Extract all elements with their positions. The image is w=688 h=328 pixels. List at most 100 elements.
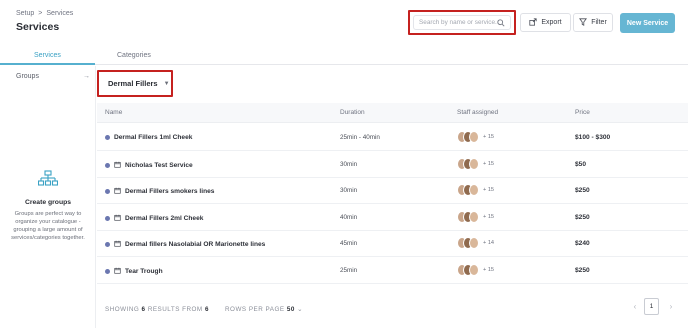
category-dropdown[interactable]: Dermal Fillers ▼ xyxy=(97,70,173,97)
avatar xyxy=(469,157,479,170)
hierarchy-icon xyxy=(37,170,59,192)
status-dot-icon xyxy=(105,242,110,247)
new-service-button[interactable]: New Service xyxy=(620,13,675,33)
avatar xyxy=(469,184,479,196)
tab-categories[interactable]: Categories xyxy=(117,52,151,59)
export-label: Export xyxy=(541,19,562,26)
status-dot-icon xyxy=(105,162,110,168)
column-price[interactable]: Price xyxy=(575,109,590,116)
service-name-cell: Dermal Fillers smokers lines xyxy=(105,187,214,196)
staff-more-count: + 15 xyxy=(483,213,495,220)
search-input[interactable] xyxy=(419,19,497,26)
service-price: $250 xyxy=(575,187,590,194)
groups-label: Groups xyxy=(16,73,39,80)
staff-avatars xyxy=(457,237,479,249)
pagination-page[interactable]: 1 xyxy=(644,298,659,315)
showing-prefix: SHOWING xyxy=(105,306,140,313)
table-row[interactable]: Dermal fillers Nasolabial OR Marionette … xyxy=(97,231,688,257)
status-dot-icon xyxy=(105,189,110,194)
export-icon xyxy=(529,17,537,28)
service-name[interactable]: Tear Trough xyxy=(125,268,163,275)
create-groups-title: Create groups xyxy=(24,199,72,206)
category-selected: Dermal Fillers xyxy=(108,79,158,88)
service-price: $250 xyxy=(575,213,590,221)
service-name[interactable]: Dermal Fillers 1ml Cheek xyxy=(114,134,192,141)
service-duration: 45min xyxy=(340,240,358,247)
service-name[interactable]: Dermal fillers Nasolabial OR Marionette … xyxy=(125,241,265,248)
tab-services[interactable]: Services xyxy=(34,52,61,59)
results-summary: SHOWING 6 RESULTS FROM 6 xyxy=(105,306,209,313)
staff-more-count: + 15 xyxy=(483,134,495,140)
rows-per-page-select[interactable]: ROWS PER PAGE 50 ⌄ xyxy=(225,306,303,313)
status-dot-icon xyxy=(105,135,110,140)
showing-total: 6 xyxy=(204,306,209,313)
breadcrumb-services: Services xyxy=(46,10,74,17)
staff-assigned-cell: + 15 xyxy=(457,210,495,223)
service-duration: 30min xyxy=(340,160,358,168)
service-name-cell: Dermal Fillers 1ml Cheek xyxy=(105,134,192,141)
export-button[interactable]: Export xyxy=(520,13,571,32)
service-name-cell: Nicholas Test Service xyxy=(105,161,193,170)
staff-avatars xyxy=(457,263,479,276)
calendar-icon xyxy=(114,267,121,276)
table-row[interactable]: Dermal Fillers 2ml Cheek 40min + 15 $250 xyxy=(97,205,688,231)
table-row[interactable]: Dermal Fillers smokers lines 30min + 15 $25… xyxy=(97,178,688,204)
avatar xyxy=(469,131,479,143)
service-name-cell: Dermal Fillers 2ml Cheek xyxy=(105,214,203,223)
staff-assigned-cell: + 15 xyxy=(457,131,494,143)
staff-avatars xyxy=(457,210,479,223)
service-price: $250 xyxy=(575,266,590,274)
staff-avatars xyxy=(457,184,479,196)
groups-sidebar: Groups → Create groups Groups are perfec… xyxy=(0,66,96,328)
staff-more-count: + 14 xyxy=(483,240,495,246)
calendar-icon xyxy=(114,214,121,223)
staff-more-count: + 15 xyxy=(483,266,495,273)
status-dot-icon xyxy=(105,268,110,274)
service-name[interactable]: Nicholas Test Service xyxy=(125,162,193,169)
column-name[interactable]: Name xyxy=(105,109,122,116)
staff-assigned-cell: + 15 xyxy=(457,184,494,196)
service-name-cell: Dermal fillers Nasolabial OR Marionette … xyxy=(105,240,265,249)
pagination-next-icon[interactable]: › xyxy=(665,302,677,316)
showing-count: 6 xyxy=(141,306,146,313)
showing-mid: RESULTS FROM xyxy=(147,306,203,313)
staff-more-count: + 15 xyxy=(483,187,495,193)
chevron-down-icon: ▼ xyxy=(163,80,170,87)
table-row[interactable]: Tear Trough 25min + 15 $250 xyxy=(97,258,688,284)
avatar xyxy=(469,263,479,276)
search-icon[interactable] xyxy=(497,14,505,32)
column-duration[interactable]: Duration xyxy=(340,109,365,116)
page-title: Services xyxy=(16,21,60,33)
rows-per-page-value: 50 xyxy=(286,306,295,313)
breadcrumb: Setup > Services xyxy=(16,10,73,17)
service-price: $50 xyxy=(575,160,587,168)
service-duration: 25min - 40min xyxy=(340,134,380,141)
staff-assigned-cell: + 14 xyxy=(457,237,494,249)
table-header: Name Duration Staff assigned Price xyxy=(97,103,688,123)
filter-icon xyxy=(579,17,588,28)
service-name[interactable]: Dermal Fillers smokers lines xyxy=(125,188,214,195)
service-duration: 30min xyxy=(340,187,358,194)
table-footer: SHOWING 6 RESULTS FROM 6 ROWS PER PAGE 5… xyxy=(97,296,688,320)
chevron-down-icon: ⌄ xyxy=(297,306,303,313)
filter-button[interactable]: Filter xyxy=(573,13,613,32)
breadcrumb-setup[interactable]: Setup xyxy=(16,10,34,17)
staff-assigned-cell: + 15 xyxy=(457,157,494,170)
service-price: $100 - $300 xyxy=(575,134,611,141)
staff-avatars xyxy=(457,131,479,143)
table-row[interactable]: Nicholas Test Service 30min + 15 $50 xyxy=(97,152,688,178)
sidebar-item-groups[interactable]: Groups → xyxy=(16,73,90,80)
table-row[interactable]: Dermal Fillers 1ml Cheek 25min - 40min + 1… xyxy=(97,125,688,151)
service-duration: 40min xyxy=(340,213,358,221)
status-dot-icon xyxy=(105,215,110,221)
breadcrumb-separator: > xyxy=(38,10,43,17)
pagination-prev-icon[interactable]: ‹ xyxy=(629,302,641,316)
search-highlight xyxy=(408,10,516,35)
service-name[interactable]: Dermal Fillers 2ml Cheek xyxy=(125,215,203,222)
column-staff[interactable]: Staff assigned xyxy=(457,109,498,116)
search-field[interactable] xyxy=(413,15,511,30)
create-groups-empty-state: Create groups Groups are perfect way to … xyxy=(0,170,96,242)
filter-label: Filter xyxy=(591,19,607,26)
rows-per-page-label: ROWS PER PAGE xyxy=(225,306,285,313)
tabs: Services Categories xyxy=(0,48,688,65)
